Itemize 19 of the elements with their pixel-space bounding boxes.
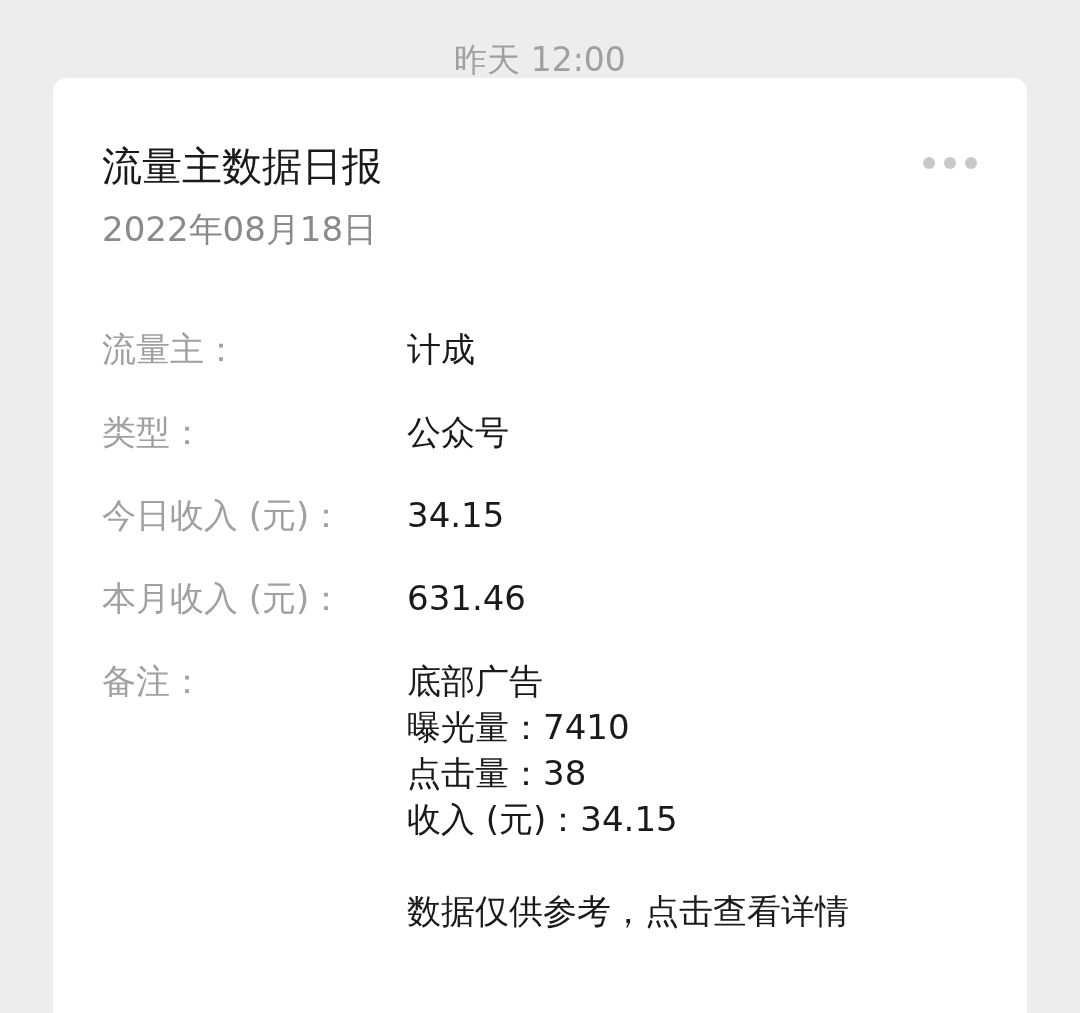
field-label: 备注： xyxy=(102,660,205,703)
field-label: 本月收入 (元)： xyxy=(102,577,345,620)
field-value: 曝光量：7410 xyxy=(407,706,631,749)
field-value: 计成 xyxy=(407,328,475,371)
field-label: 今日收入 (元)： xyxy=(102,494,345,537)
field-value: 631.46 xyxy=(407,577,526,620)
more-icon[interactable] xyxy=(922,156,978,170)
report-date: 2022年08月18日 xyxy=(102,208,379,251)
footer-note: 数据仅供参考，点击查看详情 xyxy=(407,891,849,931)
field-value: 34.15 xyxy=(407,494,505,537)
field-label: 类型： xyxy=(102,411,205,454)
field-value: 点击量：38 xyxy=(407,752,588,795)
message-card[interactable]: 流量主数据日报 2022年08月18日 流量主： 计成 类型： 公众号 今日收入 (元)： 34.15 本月收入 (元)： 631.46 备注： 底部广告 曝光量：7410 点击量：38 收入 (元)：34.15 数据仅供参考，点击查看详情 xyxy=(53,78,1027,1013)
field-value: 底部广告 xyxy=(407,660,544,703)
field-value: 收入 (元)：34.15 xyxy=(407,798,678,841)
card-title: 流量主数据日报 xyxy=(102,142,382,191)
field-value: 公众号 xyxy=(407,411,509,454)
timestamp: 昨天 12:00 xyxy=(454,40,626,79)
field-label: 流量主： xyxy=(102,328,239,371)
